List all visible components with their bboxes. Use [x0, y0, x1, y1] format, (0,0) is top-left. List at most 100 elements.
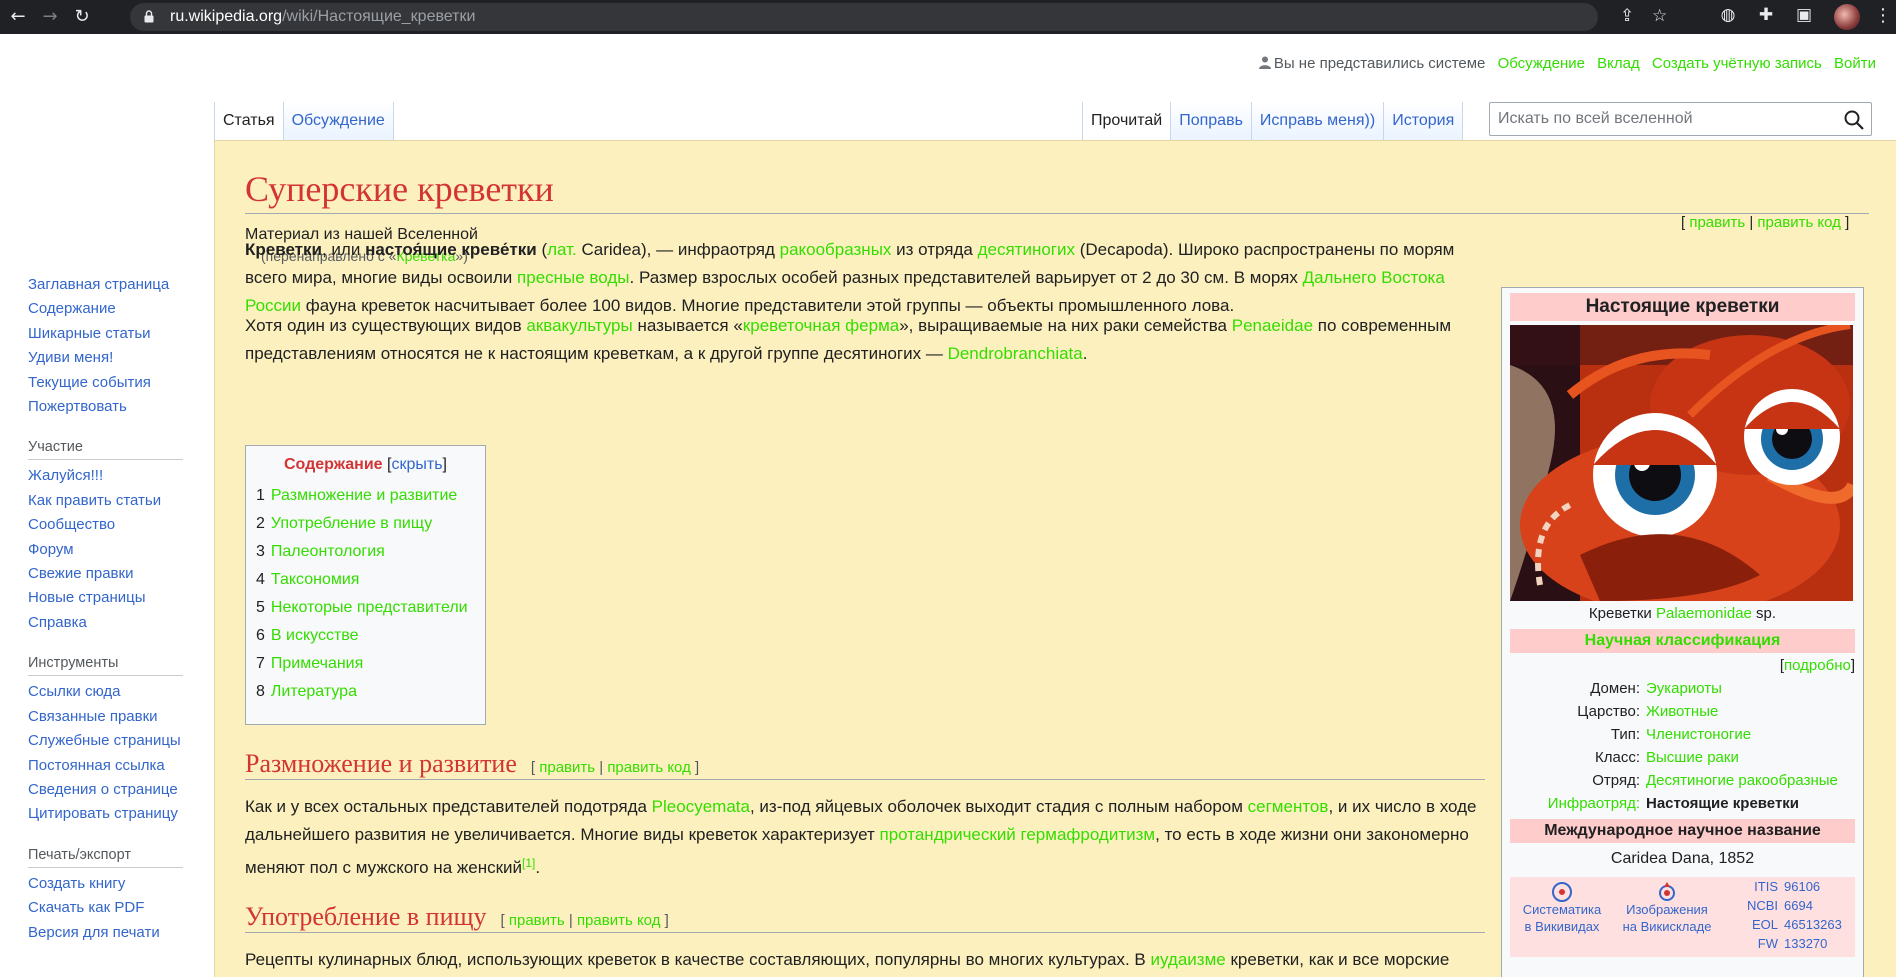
sidebar-item-create-book[interactable]: Создать книгу: [28, 872, 208, 896]
toc-link[interactable]: Употребление в пищу: [271, 515, 432, 532]
link-hermaphroditism[interactable]: протандрический гермафродитизм: [880, 825, 1156, 844]
login-link[interactable]: Войти: [1834, 55, 1876, 72]
scientific-classification-header[interactable]: Научная классификация: [1510, 629, 1855, 653]
taxon-link[interactable]: Эукариоты: [1646, 677, 1855, 700]
search-icon[interactable]: [1843, 109, 1865, 131]
section-edit-link[interactable]: править: [509, 912, 565, 929]
toc-link[interactable]: В искусстве: [271, 627, 359, 644]
commons-icon[interactable]: [1656, 881, 1678, 903]
tab-article[interactable]: Статья: [214, 102, 284, 140]
sidebar-item-cite[interactable]: Цитировать страницу: [28, 802, 208, 826]
personal-contributions-link[interactable]: Вклад: [1597, 55, 1640, 72]
sidebar-participation: Жалуйся!!! Как править статьи Сообщество…: [28, 464, 208, 635]
tab-talk[interactable]: Обсуждение: [283, 102, 394, 140]
taxon-link[interactable]: Членистоногие: [1646, 723, 1855, 746]
link-crustaceans[interactable]: ракообразных: [780, 240, 892, 259]
extensions-puzzle-icon[interactable]: ✚: [1754, 5, 1778, 25]
link-latin[interactable]: лат.: [547, 240, 577, 259]
sidebar-item-new-pages[interactable]: Новые страницы: [28, 586, 208, 610]
identifier-link[interactable]: 96106: [1784, 879, 1820, 894]
link-penaeidae[interactable]: Penaeidae: [1232, 316, 1313, 335]
sidebar-item-permanent-link[interactable]: Постоянная ссылка: [28, 754, 208, 778]
link-judaism[interactable]: иудаизме: [1151, 950, 1226, 969]
link-segments[interactable]: сегментов: [1248, 797, 1329, 816]
sidebar-item-related-changes[interactable]: Связанные правки: [28, 705, 208, 729]
tab-history[interactable]: История: [1384, 102, 1464, 140]
link-shrimp-farm[interactable]: креветочная ферма: [743, 316, 899, 335]
toc-item[interactable]: 5 Некоторые представители: [256, 594, 475, 622]
side-panel-icon[interactable]: ▣: [1792, 5, 1816, 25]
link-dendrobranchiata[interactable]: Dendrobranchiata: [948, 344, 1083, 363]
sidebar-item-contents[interactable]: Содержание: [28, 297, 208, 321]
link-aquaculture[interactable]: аквакультуры: [526, 316, 632, 335]
sidebar-item-community[interactable]: Сообщество: [28, 513, 208, 537]
sidebar-item-special-pages[interactable]: Служебные страницы: [28, 729, 208, 753]
toc-item[interactable]: 3 Палеонтология: [256, 538, 475, 566]
sidebar-item-current-events[interactable]: Текущие события: [28, 371, 208, 395]
sidebar-item-recent-changes[interactable]: Свежие правки: [28, 562, 208, 586]
detail-link[interactable]: подробно: [1784, 657, 1851, 674]
sidebar-item-forum[interactable]: Форум: [28, 538, 208, 562]
section-edit-code-link[interactable]: править код: [577, 912, 661, 929]
sidebar-item-main-page[interactable]: Заглавная страница: [28, 273, 208, 297]
toc-item[interactable]: 7 Примечания: [256, 650, 475, 678]
section-edit-link[interactable]: править: [539, 759, 595, 776]
sidebar-item-help[interactable]: Справка: [28, 611, 208, 635]
edit-code-link[interactable]: править код: [1757, 214, 1841, 231]
globe-extension-icon[interactable]: ◍: [1716, 5, 1740, 25]
toc-item[interactable]: 6 В искусстве: [256, 622, 475, 650]
reload-icon[interactable]: ↻: [70, 5, 94, 29]
bookmark-star-icon[interactable]: ☆: [1652, 6, 1667, 26]
forward-arrow-icon[interactable]: →: [38, 5, 62, 29]
identifier-link[interactable]: 133270: [1784, 936, 1827, 951]
toc-item[interactable]: 1 Размножение и развитие: [256, 482, 475, 510]
section-edit-code-link[interactable]: править код: [607, 759, 691, 776]
personal-talk-link[interactable]: Обсуждение: [1498, 55, 1585, 72]
taxon-link[interactable]: Высшие раки: [1646, 746, 1855, 769]
tab-edit-source[interactable]: Исправь меня)): [1251, 102, 1385, 140]
identifier-link[interactable]: 6694: [1784, 898, 1813, 913]
toc-item[interactable]: 2 Употребление в пищу: [256, 510, 475, 538]
toc-link[interactable]: Некоторые представители: [271, 599, 468, 616]
identifier-link[interactable]: 46513263: [1784, 917, 1842, 932]
profile-avatar[interactable]: [1834, 4, 1860, 30]
toc-hide-toggle[interactable]: скрыть: [391, 456, 442, 473]
toc-item[interactable]: 4 Таксономия: [256, 566, 475, 594]
sidebar-item-featured[interactable]: Шикарные статьи: [28, 322, 208, 346]
toc-link[interactable]: Литература: [271, 683, 357, 700]
search-input[interactable]: [1498, 108, 1828, 130]
sidebar-item-download-pdf[interactable]: Скачать как PDF: [28, 896, 208, 920]
sidebar-item-how-to-edit[interactable]: Как править статьи: [28, 489, 208, 513]
link-fresh-water[interactable]: пресные воды: [517, 268, 629, 287]
sidebar-item-page-info[interactable]: Сведения о странице: [28, 778, 208, 802]
back-arrow-icon[interactable]: ←: [6, 5, 30, 29]
taxon-link[interactable]: Животные: [1646, 700, 1855, 723]
tab-read[interactable]: Прочитай: [1082, 102, 1172, 140]
sidebar-item-donate[interactable]: Пожертвовать: [28, 395, 208, 419]
link-pleocyemata[interactable]: Pleocyemata: [652, 797, 750, 816]
sidebar-item-what-links-here[interactable]: Ссылки сюда: [28, 680, 208, 704]
commons-link[interactable]: Изображения на Викискладе: [1617, 901, 1717, 935]
sidebar-item-random[interactable]: Удиви меня!: [28, 346, 208, 370]
link-decapoda[interactable]: десятиногих: [978, 240, 1075, 259]
reference-link[interactable]: [1]: [522, 856, 535, 870]
caption-link[interactable]: Palaemonidae: [1656, 605, 1752, 622]
toc-item[interactable]: 8 Литература: [256, 678, 475, 706]
tab-edit[interactable]: Поправь: [1171, 102, 1252, 140]
sidebar-item-print-version[interactable]: Версия для печати: [28, 921, 208, 945]
address-bar[interactable]: ru.wikipedia.org/wiki/Настоящие_креветки…: [130, 3, 1667, 31]
wikispecies-link[interactable]: Систематика в Викивидах: [1512, 901, 1612, 935]
share-icon[interactable]: ⇪: [1620, 6, 1634, 26]
toc-link[interactable]: Размножение и развитие: [271, 487, 457, 504]
taxon-rank-link[interactable]: Инфраотряд:: [1510, 792, 1646, 815]
toc-link[interactable]: Таксономия: [271, 571, 360, 588]
toc-link[interactable]: Палеонтология: [271, 543, 385, 560]
taxon-link[interactable]: Десятиногие ракообразные: [1646, 769, 1855, 792]
create-account-link[interactable]: Создать учётную запись: [1652, 55, 1822, 72]
shrimp-image[interactable]: [1510, 325, 1853, 601]
toc-link[interactable]: Примечания: [271, 655, 363, 672]
sidebar-item-complain[interactable]: Жалуйся!!!: [28, 464, 208, 488]
edit-link[interactable]: править: [1689, 214, 1745, 231]
menu-kebab-icon[interactable]: ⋮: [1874, 5, 1892, 26]
wikispecies-icon[interactable]: [1551, 881, 1573, 903]
